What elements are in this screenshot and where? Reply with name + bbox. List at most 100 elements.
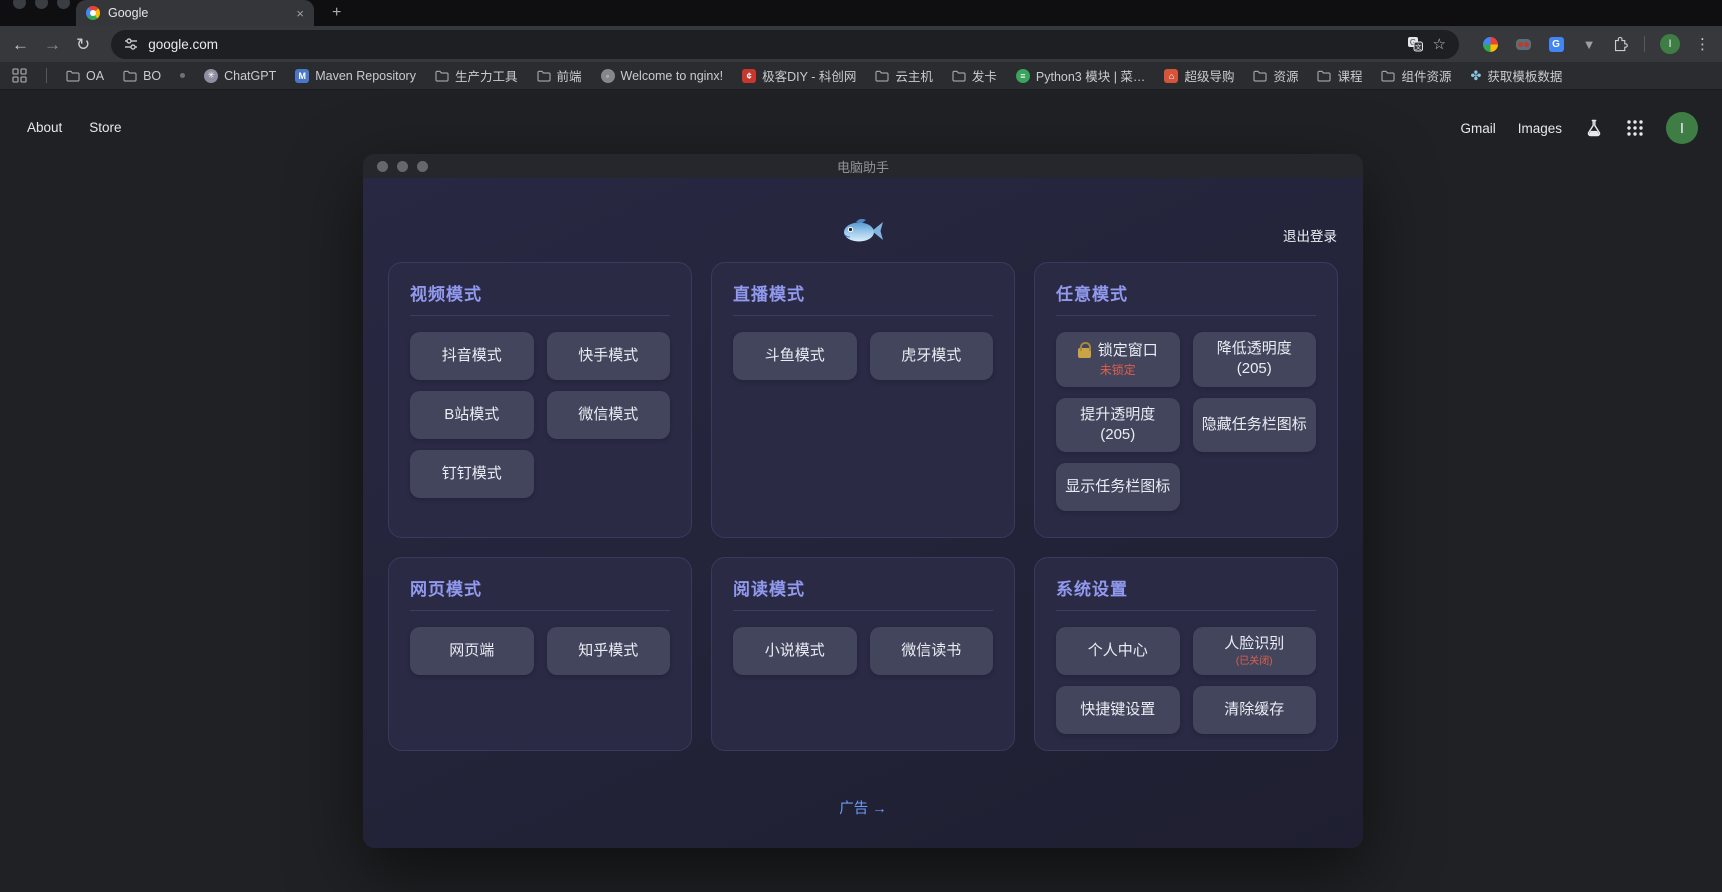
mode-button[interactable]: 钉钉模式 [410,450,534,498]
labs-flask-icon[interactable] [1584,118,1604,138]
window-control-icon[interactable] [397,161,408,172]
bookmark-label: ChatGPT [224,68,277,83]
mode-button[interactable]: B站模式 [410,391,534,439]
back-button[interactable]: ← [12,36,29,53]
forward-button[interactable]: → [44,36,61,53]
panel-button-grid: 锁定窗口 未锁定 降低透明度 (205) 提升透明度 (205) 隐藏任务栏图标显示任务栏图… [1056,332,1316,511]
bookmark-item[interactable] [180,73,186,78]
bookmark-folder[interactable]: OA [66,69,104,83]
bookmark-label: 生产力工具 [454,70,518,84]
mode-button[interactable]: 清除缓存 [1192,686,1316,735]
bookmark-item[interactable]: ✤ 获取模板数据 [1471,66,1563,85]
side-panel-apps-icon[interactable] [12,68,27,83]
bookmark-item[interactable]: ◦ Welcome to nginx! [600,68,723,83]
window-control-icon[interactable] [417,161,428,172]
bookmark-star-icon[interactable]: ☆ [1433,37,1446,52]
mode-button-label: 个人中心 [1087,642,1148,659]
about-link[interactable]: About [27,120,62,135]
address-bar[interactable]: google.com G 文 ☆ [111,29,1459,59]
mode-button-label: 网页端 [449,641,495,659]
mode-button[interactable]: 提升透明度 (205) [1056,397,1180,452]
browser-profile-avatar[interactable]: I [1660,34,1680,54]
folder-icon [1253,70,1268,82]
url-text[interactable]: google.com [148,37,218,52]
site-settings-icon[interactable] [124,37,138,51]
mode-button[interactable]: 微信读书 [869,627,993,675]
tab-close-icon[interactable]: × [296,6,304,21]
mode-button[interactable]: 人脸识别 (已关闭) [1192,627,1316,676]
bookmark-label: 获取模板数据 [1487,70,1563,84]
assistant-content: 退出登录 视频模式 抖音模式 快手模式 B站模式 微信模式 钉钉模式 直播模式 斗鱼模式 虎牙 [363,178,1363,848]
panel-divider [733,315,993,316]
folder-icon [1381,70,1396,82]
mode-button[interactable]: 知乎模式 [546,627,670,675]
bookmark-folder[interactable]: BO [123,69,161,83]
bookmark-folder[interactable]: 生产力工具 [435,66,518,85]
mode-button[interactable]: 虎牙模式 [869,332,993,380]
mode-button[interactable]: 斗鱼模式 [733,332,857,380]
maximize-window-icon[interactable] [57,0,70,9]
bookmark-item[interactable]: ⌂ 超级导购 [1164,66,1234,85]
google-apps-grid-icon[interactable] [1626,119,1644,137]
panel: 网页模式 网页端 知乎模式 [388,557,692,751]
macos-traffic-lights[interactable] [13,0,70,9]
bookmark-label: 课程 [1337,70,1363,84]
mode-button-status: (已关闭) [1235,656,1273,668]
new-tab-button[interactable]: + [332,3,341,23]
mode-panels-grid: 视频模式 抖音模式 快手模式 B站模式 微信模式 钉钉模式 直播模式 斗鱼模式 虎牙模式 任意模式… [388,262,1338,751]
google-profile-avatar[interactable]: I [1666,112,1698,144]
browser-tab-google[interactable]: Google × [76,0,314,26]
bookmark-folder[interactable]: 发卡 [952,66,997,85]
panel-title: 系统设置 [1056,580,1128,599]
bookmark-folder[interactable]: 资源 [1253,66,1298,85]
mode-button[interactable]: 网页端 [410,627,534,675]
bookmark-folder[interactable]: 课程 [1317,66,1362,85]
browser-menu-icon[interactable]: ⋮ [1695,35,1710,53]
ad-link[interactable]: 广告 → [363,797,1363,818]
mode-button[interactable]: 快手模式 [546,332,670,380]
mode-button-label: 显示任务栏图标 [1065,477,1171,495]
colorpicker-extension-icon[interactable] [1482,36,1498,52]
mode-button-label: 小说模式 [764,641,825,659]
images-link[interactable]: Images [1518,121,1562,136]
window-control-icon[interactable] [377,161,388,172]
mode-button[interactable]: 锁定窗口 未锁定 [1056,332,1180,387]
close-window-icon[interactable] [13,0,26,9]
extensions-puzzle-icon[interactable] [1612,36,1629,53]
assistant-titlebar[interactable]: 电脑助手 [363,154,1363,178]
mode-button[interactable]: 小说模式 [733,627,857,675]
bookmark-item[interactable]: ≡ Python3 模块 | 菜… [1015,66,1146,85]
translate-page-icon[interactable]: G 文 [1407,36,1423,52]
bookmark-folder[interactable]: 云主机 [875,66,933,85]
svg-text:文: 文 [1414,42,1421,51]
bookmark-folder[interactable]: 组件资源 [1381,66,1452,85]
google-header-left: About Store [27,120,122,135]
colorpicker-extension-icon [1482,36,1498,52]
google-translate-extension-icon: G [1548,36,1564,52]
reload-button[interactable]: ↻ [76,36,90,53]
folder-icon [875,70,889,82]
gmail-link[interactable]: Gmail [1460,121,1495,136]
google-translate-extension-icon[interactable]: G [1548,36,1564,52]
minimize-window-icon[interactable] [35,0,48,9]
panel: 任意模式 锁定窗口 未锁定 降低透明度 (205) 提升透明度 (205) 隐藏任务栏图标 显示… [1034,262,1338,538]
bookmark-item[interactable]: ✳ ChatGPT [204,68,277,83]
panel-button-grid: 网页端 知乎模式 [410,627,670,675]
bookmark-item[interactable]: M Maven Repository [295,68,416,83]
goggles-extension-icon[interactable] [1515,36,1531,52]
bookmark-folder[interactable]: 前端 [536,66,582,85]
bookmark-label: Python3 模块 | 菜… [1035,70,1146,84]
assistant-window-controls[interactable] [377,161,428,172]
mode-button[interactable]: 快捷键设置 [1056,686,1180,735]
store-link[interactable]: Store [89,120,121,135]
mode-button[interactable]: 隐藏任务栏图标 [1192,397,1316,452]
mode-button[interactable]: 个人中心 [1056,627,1180,676]
mode-button[interactable]: 抖音模式 [410,332,534,380]
logout-link[interactable]: 退出登录 [1283,225,1337,245]
mode-button[interactable]: 降低透明度 (205) [1192,332,1316,387]
bookmark-item[interactable]: ¢ 极客DIY - 科创网 [742,66,856,85]
lock-icon [1077,342,1091,359]
mode-button[interactable]: 显示任务栏图标 [1056,463,1180,511]
mode-button[interactable]: 微信模式 [546,391,670,439]
vue-devtools-extension-icon[interactable]: ▼ [1581,36,1597,52]
